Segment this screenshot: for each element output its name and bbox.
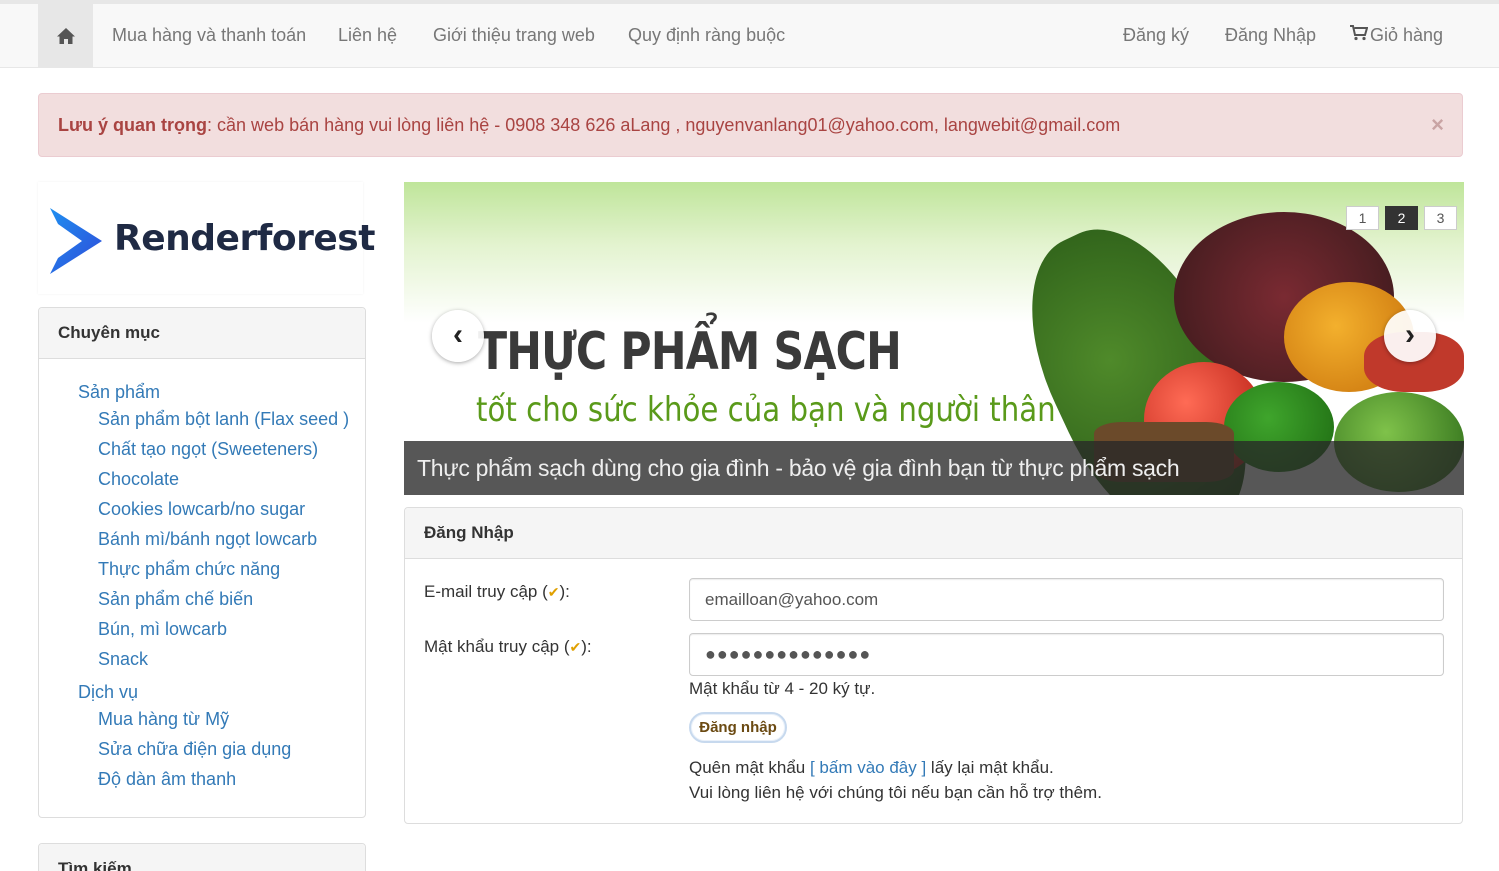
nav-register[interactable]: Đăng ký [1123, 4, 1189, 67]
alert-title: Lưu ý quan trọng [58, 115, 208, 135]
home-icon [56, 27, 75, 44]
category-item[interactable]: Sản phẩm chế biến [98, 589, 253, 610]
category-item[interactable]: Bún, mì lowcarb [98, 619, 227, 640]
logo-mark-icon [50, 208, 102, 274]
category-item[interactable]: Bánh mì/bánh ngọt lowcarb [98, 529, 317, 550]
search-panel: Tìm kiếm [38, 843, 366, 871]
forgot-password-text: Quên mật khẩu [ bấm vào đây ] lấy lại mậ… [689, 758, 1054, 777]
category-panel: Chuyên mục Sản phẩm Sản phẩm bột lanh (F… [38, 307, 366, 818]
home-button[interactable] [38, 4, 93, 67]
login-panel-title: Đăng Nhập [405, 508, 1462, 559]
category-panel-title: Chuyên mục [39, 308, 365, 359]
nav-terms[interactable]: Quy định ràng buộc [628, 4, 785, 67]
category-item[interactable]: Sửa chữa điện gia dụng [98, 739, 291, 760]
nav-contact[interactable]: Liên hệ [338, 4, 397, 67]
slider-page-1[interactable]: 1 [1346, 206, 1379, 230]
category-item[interactable]: Độ dàn âm thanh [98, 769, 236, 790]
email-field[interactable]: emailloan@yahoo.com [689, 578, 1444, 621]
banner-subline: tốt cho sức khỏe của bạn và người thân [476, 390, 1056, 430]
category-item[interactable]: Cookies lowcarb/no sugar [98, 499, 305, 520]
alert-message: : cần web bán hàng vui lòng liên hệ - 09… [207, 115, 1121, 135]
top-navbar: Mua hàng và thanh toán Liên hệ Giới thiệ… [0, 0, 1499, 68]
login-panel: Đăng Nhập E-mail truy cập (✔): emailloan… [404, 507, 1463, 824]
cart-icon [1350, 4, 1370, 67]
password-label: Mật khẩu truy cập (✔): [424, 637, 592, 656]
slider-prev-arrow[interactable]: ‹ [432, 310, 484, 362]
site-logo[interactable]: Renderforest [38, 182, 375, 294]
password-hint: Mật khẩu từ 4 - 20 ký tự. [689, 679, 876, 698]
nav-login[interactable]: Đăng Nhập [1225, 4, 1316, 67]
slider-page-2[interactable]: 2 [1385, 206, 1418, 230]
category-item[interactable]: Sản phẩm bột lanh (Flax seed ) [98, 409, 349, 430]
email-label: E-mail truy cập (✔): [424, 582, 570, 601]
category-item[interactable]: Thực phẩm chức năng [98, 559, 280, 580]
banner-slider: THỰC PHẨM SẠCH tốt cho sức khỏe của bạn … [404, 182, 1464, 495]
important-notice-alert: Lưu ý quan trọng: cần web bán hàng vui l… [38, 93, 1463, 157]
required-check-icon: ✔ [547, 584, 560, 600]
close-icon[interactable]: × [1431, 94, 1444, 156]
nav-about[interactable]: Giới thiệu trang web [433, 4, 595, 67]
password-field[interactable]: ●●●●●●●●●●●●●● [689, 633, 1444, 676]
support-text: Vui lòng liên hệ với chúng tôi nếu bạn c… [689, 783, 1102, 802]
forgot-password-link[interactable]: [ bấm vào đây ] [810, 758, 926, 777]
slider-next-arrow[interactable]: › [1384, 310, 1436, 362]
category-group-products[interactable]: Sản phẩm [78, 382, 160, 403]
logo-text: Renderforest [114, 218, 375, 259]
nav-cart[interactable]: Giỏ hàng [1350, 4, 1443, 67]
banner-headline: THỰC PHẨM SẠCH [478, 322, 902, 382]
category-group-services[interactable]: Dịch vụ [78, 682, 138, 703]
search-panel-title: Tìm kiếm [39, 844, 365, 871]
required-check-icon: ✔ [569, 639, 582, 655]
category-item[interactable]: Snack [98, 649, 148, 670]
category-item[interactable]: Chocolate [98, 469, 179, 490]
category-item[interactable]: Chất tạo ngọt (Sweeteners) [98, 439, 318, 460]
nav-purchase-payment[interactable]: Mua hàng và thanh toán [112, 4, 306, 67]
login-button[interactable]: Đăng nhập [689, 712, 787, 743]
cart-label: Giỏ hàng [1370, 25, 1444, 45]
banner-caption: Thực phẩm sạch dùng cho gia đình - bảo v… [404, 441, 1464, 495]
slider-page-3[interactable]: 3 [1424, 206, 1457, 230]
category-item[interactable]: Mua hàng từ Mỹ [98, 709, 229, 730]
